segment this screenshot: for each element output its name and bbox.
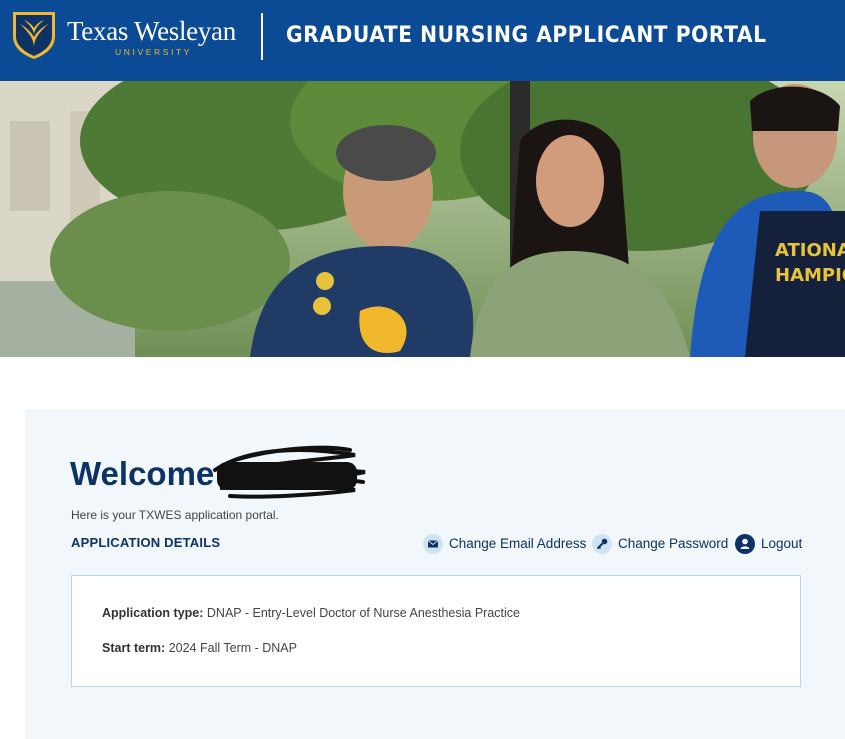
- site-header: Texas Wesleyan UNIVERSITY GRADUATE NURSI…: [0, 0, 845, 81]
- key-icon: [592, 534, 612, 554]
- redaction-scribble: [213, 445, 366, 499]
- svg-text:HAMPIO: HAMPIO: [775, 265, 845, 286]
- logo-name: Texas Wesleyan: [67, 16, 236, 46]
- change-password-label: Change Password: [618, 536, 729, 551]
- portal-title: GRADUATE NURSING APPLICANT PORTAL: [286, 22, 767, 48]
- application-type-row: Application type: DNAP - Entry-Level Doc…: [102, 606, 520, 620]
- logout-label: Logout: [761, 536, 803, 551]
- logo-subtitle: UNIVERSITY: [115, 47, 193, 57]
- application-type-value: DNAP - Entry-Level Doctor of Nurse Anest…: [206, 606, 520, 620]
- user-icon: [735, 534, 755, 554]
- svg-text:ATIONA: ATIONA: [775, 240, 845, 261]
- welcome-heading: Welcome: [70, 455, 215, 492]
- shield-logo-icon: [13, 12, 55, 59]
- envelope-icon: [423, 534, 443, 554]
- university-logo[interactable]: Texas Wesleyan UNIVERSITY: [10, 10, 245, 62]
- change-email-label: Change Email Address: [449, 536, 587, 551]
- start-term-value: 2024 Fall Term - DNAP: [168, 641, 297, 655]
- application-details-card: Application type: DNAP - Entry-Level Doc…: [71, 575, 801, 687]
- start-term-label: Start term:: [102, 641, 166, 655]
- header-divider: [261, 13, 263, 60]
- section-heading-application-details: APPLICATION DETAILS: [71, 535, 221, 550]
- start-term-row: Start term: 2024 Fall Term - DNAP: [102, 641, 297, 655]
- students-photo-illustration: ATIONA HAMPIO: [0, 81, 845, 357]
- intro-text: Here is your TXWES application portal.: [71, 508, 279, 522]
- application-type-label: Application type:: [102, 606, 204, 620]
- hero-photo: ATIONA HAMPIO: [0, 81, 845, 357]
